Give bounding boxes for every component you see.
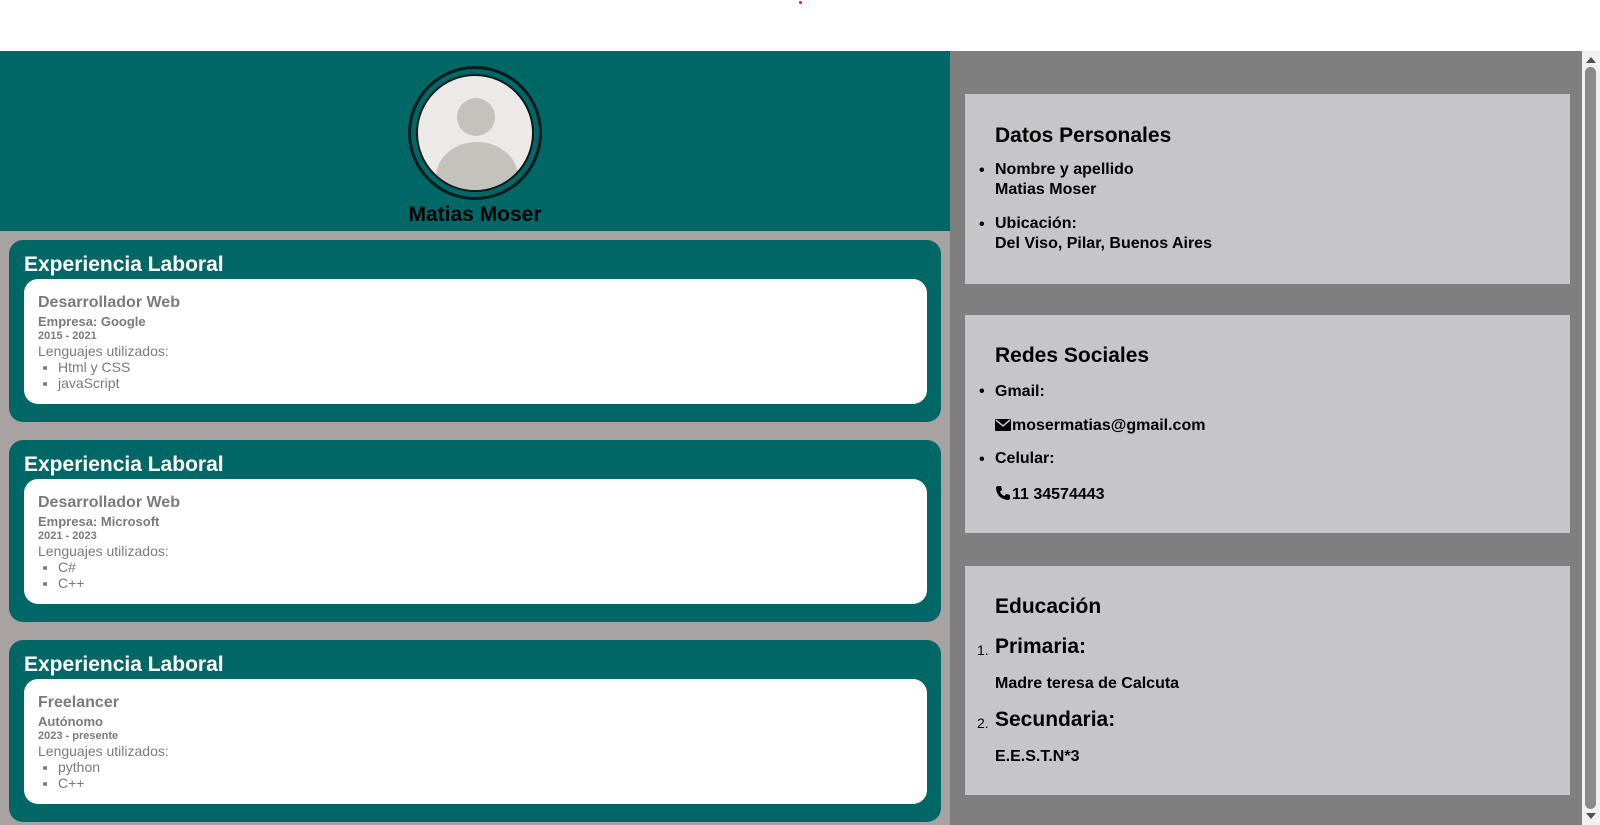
list-number: 2. [977,715,989,731]
top-bar [0,0,1600,51]
phone-value[interactable]: 11 34574443 [1012,486,1105,503]
languages-label: Lenguajes utilizados: [38,543,169,559]
bullet: • [979,162,985,179]
languages-label: Lenguajes utilizados: [38,743,169,759]
experience-card: Experiencia Laboral Desarrollador Web Em… [9,440,941,622]
years: 2015 - 2021 [38,330,97,342]
gmail-row[interactable]: mosermatias@gmail.com [995,417,1205,435]
bullet: • [979,451,985,468]
phone-icon [996,486,1010,500]
personal-data-title: Datos Personales [995,124,1172,147]
language-item: C++ [58,775,100,791]
social-box: Redes Sociales • Gmail: mosermatias@gmai… [965,315,1570,533]
bullet: • [979,383,985,400]
experience-title: Experiencia Laboral [24,653,224,676]
language-item: python [58,759,100,775]
job-title: Freelancer [38,694,119,711]
language-item: C++ [58,575,84,591]
scroll-up-arrow-icon[interactable] [1586,57,1596,63]
gmail-value[interactable]: mosermatias@gmail.com [1012,417,1205,434]
left-panel: Matias Moser Experiencia Laboral Desarro… [0,51,950,825]
phone-label: Celular: [995,450,1055,467]
job-title: Desarrollador Web [38,494,180,511]
red-dot-marker [799,1,802,4]
education-level: Primaria: [995,635,1087,658]
name-value: Matias Moser [995,181,1097,198]
location-label: Ubicación: [995,215,1077,232]
experience-card: Experiencia Laboral Freelancer Autónomo … [9,640,941,822]
languages-list: C# C++ [38,559,84,591]
company: Empresa: Google [38,314,146,329]
list-number: 1. [977,642,989,658]
bullet: • [979,216,985,233]
scroll-thumb[interactable] [1585,67,1596,809]
education-title: Educación [995,595,1102,618]
experience-card: Experiencia Laboral Desarrollador Web Em… [9,240,941,422]
language-item: C# [58,559,84,575]
languages-list: python C++ [38,759,100,791]
languages-list: Html y CSS javaScript [38,359,130,391]
profile-name: Matias Moser [408,203,542,226]
gmail-label: Gmail: [995,383,1045,400]
experience-title: Experiencia Laboral [24,453,224,476]
experience-details: Freelancer Autónomo 2023 - presente Leng… [24,679,927,804]
social-title: Redes Sociales [995,344,1150,367]
language-item: javaScript [58,375,130,391]
scroll-down-arrow-icon[interactable] [1586,813,1596,819]
education-box: Educación 1. Primaria: Madre teresa de C… [965,566,1570,795]
experience-details: Desarrollador Web Empresa: Google 2015 -… [24,279,927,404]
location-value: Del Viso, Pilar, Buenos Aires [995,235,1212,252]
phone-row[interactable]: 11 34574443 [995,485,1105,504]
education-school: E.E.S.T.N*3 [995,748,1080,765]
experience-details: Desarrollador Web Empresa: Microsoft 202… [24,479,927,604]
years: 2023 - presente [38,730,119,742]
company: Empresa: Microsoft [38,514,160,529]
languages-label: Lenguajes utilizados: [38,343,169,359]
avatar [416,74,534,192]
name-label: Nombre y apellido [995,161,1134,178]
education-level: Secundaria: [995,708,1116,731]
experience-title: Experiencia Laboral [24,253,224,276]
years: 2021 - 2023 [38,530,97,542]
vertical-scrollbar[interactable] [1582,51,1600,825]
avatar-ring [408,66,542,200]
envelope-icon [995,419,1011,431]
right-panel: Datos Personales • Nombre y apellido Mat… [950,51,1582,825]
job-title: Desarrollador Web [38,294,180,311]
language-item: Html y CSS [58,359,130,375]
avatar-head [457,98,495,136]
company: Autónomo [38,714,103,729]
profile-header: Matias Moser [0,51,950,231]
avatar-body [436,142,518,190]
personal-data-box: Datos Personales • Nombre y apellido Mat… [965,94,1570,284]
education-school: Madre teresa de Calcuta [995,675,1180,692]
